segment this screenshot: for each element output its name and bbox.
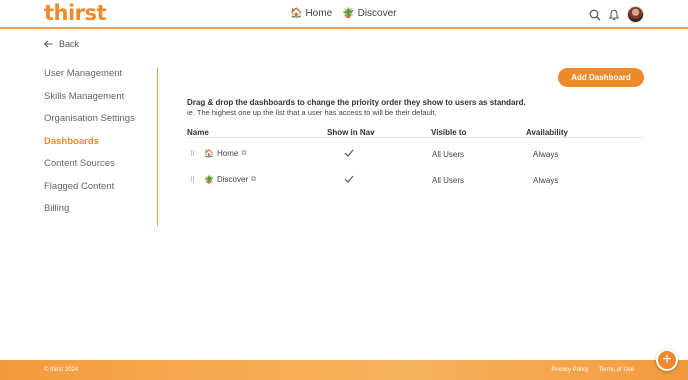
availability-cell: Always <box>533 176 559 185</box>
dashboard-name-cell: 🪴 Discover ⧉ <box>204 175 256 184</box>
table-row[interactable]: ⠿ 🏠 Home ⧉ All Users Always <box>187 138 644 164</box>
thirst-logo[interactable]: thirst <box>44 1 107 25</box>
sidebar-item-organisation-settings[interactable]: Organisation Settings <box>44 113 157 136</box>
external-link-icon[interactable]: ⧉ <box>241 150 246 158</box>
checkmark-icon <box>344 175 354 183</box>
sidebar-item-dashboards[interactable]: Dashboards <box>44 136 157 159</box>
dashboard-name: Discover <box>216 175 249 184</box>
settings-sidebar: User Management Skills Management Organi… <box>44 68 158 226</box>
back-link[interactable]: Back <box>44 39 79 49</box>
nav-item-label: Discover <box>357 8 397 19</box>
avatar[interactable] <box>627 6 644 23</box>
visible-to-cell: All Users <box>432 150 465 159</box>
availability-cell: Always <box>533 150 559 159</box>
nav-item-discover[interactable]: 🪴 Discover <box>342 8 396 19</box>
dashboard-name: Home <box>216 149 239 158</box>
checkmark-icon <box>344 149 354 157</box>
table-header: Name Show in Nav Visible to Availability <box>187 127 644 138</box>
back-label: Back <box>59 39 80 49</box>
table-row[interactable]: ⠿ 🪴 Discover ⧉ All Users Always <box>187 164 644 190</box>
sidebar-item-content-sources[interactable]: Content Sources <box>44 158 157 181</box>
home-emoji-icon: 🏠 <box>204 149 214 158</box>
home-emoji-icon: 🏠 <box>290 8 303 19</box>
arrow-left-icon <box>44 40 53 48</box>
sidebar-item-flagged-content[interactable]: Flagged Content <box>44 181 157 204</box>
footer-links: Privacy Policy Terms of Use <box>551 367 634 373</box>
column-header-show-in-nav: Show in Nav <box>327 128 375 137</box>
dashboards-description: Drag & drop the dashboards to change the… <box>187 98 526 117</box>
sidebar-item-skills-management[interactable]: Skills Management <box>44 91 157 114</box>
description-primary: Drag & drop the dashboards to change the… <box>187 98 526 107</box>
terms-of-use-link[interactable]: Terms of Use <box>599 367 634 373</box>
nav-item-home[interactable]: 🏠 Home <box>290 8 332 19</box>
column-header-visible-to: Visible to <box>431 128 467 137</box>
floating-add-button[interactable]: + <box>656 349 678 371</box>
description-secondary: ie. The highest one up the list that a u… <box>187 108 437 117</box>
plant-emoji-icon: 🪴 <box>204 175 214 184</box>
dashboards-table: Name Show in Nav Visible to Availability… <box>187 127 644 190</box>
plant-emoji-icon: 🪴 <box>342 8 355 19</box>
dashboard-name-cell: 🏠 Home ⧉ <box>204 149 246 158</box>
header-actions <box>589 6 644 23</box>
drag-handle-icon[interactable]: ⠿ <box>190 176 195 184</box>
search-icon[interactable] <box>589 9 601 21</box>
column-header-name: Name <box>187 128 209 137</box>
copyright-text: © thirst 2024 <box>44 367 79 373</box>
external-link-icon[interactable]: ⧉ <box>251 176 256 184</box>
add-dashboard-button[interactable]: Add Dashboard <box>558 68 644 87</box>
visible-to-cell: All Users <box>432 176 465 185</box>
sidebar-item-user-management[interactable]: User Management <box>44 68 157 91</box>
column-header-availability: Availability <box>526 128 568 137</box>
privacy-policy-link[interactable]: Privacy Policy <box>551 367 588 373</box>
sidebar-item-billing[interactable]: Billing <box>44 203 157 226</box>
nav-item-label: Home <box>305 8 333 19</box>
drag-handle-icon[interactable]: ⠿ <box>190 150 195 158</box>
bell-icon[interactable] <box>608 9 620 21</box>
top-header: thirst 🏠 Home 🪴 Discover <box>0 0 688 29</box>
page-footer: © thirst 2024 Privacy Policy Terms of Us… <box>0 360 688 380</box>
top-nav: 🏠 Home 🪴 Discover <box>290 8 397 19</box>
